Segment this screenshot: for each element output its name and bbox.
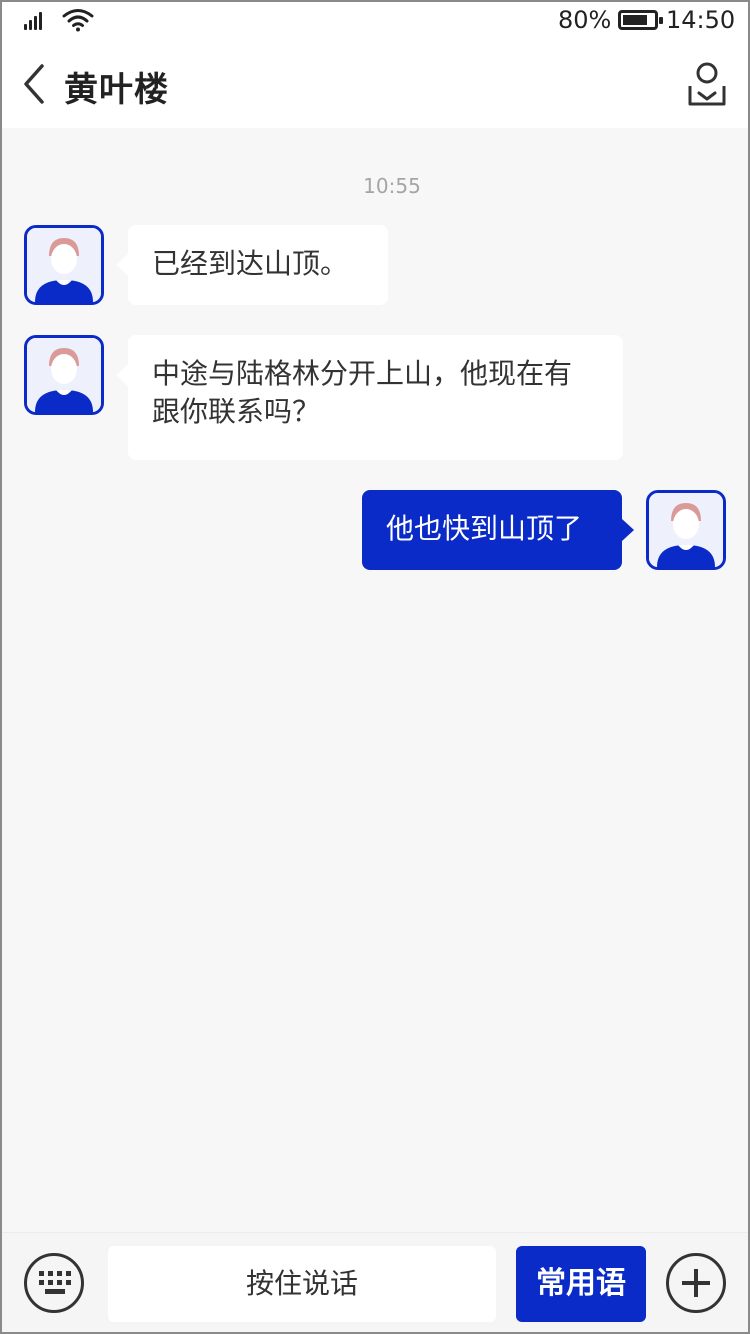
battery-icon — [618, 10, 663, 30]
signal-icon — [24, 10, 46, 30]
input-bar: 按住说话 常用语 — [0, 1232, 750, 1334]
wifi-icon — [62, 9, 94, 32]
bubble-tail — [622, 519, 634, 541]
bubble-tail — [116, 254, 128, 276]
message-bubble-incoming[interactable]: 已经到达山顶。 — [128, 225, 388, 305]
message-bubble-outgoing[interactable]: 他也快到山顶了 — [362, 490, 622, 570]
chat-header: 黄叶楼 — [0, 40, 750, 128]
message-text: 他也快到山顶了 — [386, 512, 583, 545]
user-avatar-icon — [649, 493, 723, 567]
plus-icon[interactable] — [666, 1253, 726, 1313]
person-icon[interactable] — [684, 60, 730, 108]
keyboard-icon — [39, 1271, 71, 1295]
status-bar: 80% 14:50 — [0, 0, 750, 40]
message-bubble-incoming[interactable]: 中途与陆格林分开上山，他现在有跟你联系吗？ — [128, 335, 623, 460]
keyboard-toggle-button[interactable] — [24, 1253, 84, 1313]
user-avatar-icon — [27, 228, 101, 302]
hold-to-talk-button[interactable]: 按住说话 — [108, 1246, 496, 1322]
chevron-left-icon[interactable] — [18, 62, 50, 106]
avatar-self[interactable] — [646, 490, 726, 570]
user-avatar-icon — [27, 338, 101, 412]
message-text: 中途与陆格林分开上山，他现在有跟你联系吗？ — [152, 357, 573, 428]
bubble-tail — [116, 364, 128, 386]
page-title: 黄叶楼 — [64, 70, 169, 110]
avatar[interactable] — [24, 335, 104, 415]
chat-area[interactable]: 10:55 已经到达山顶。 中途与陆格林分开上山，他现在有跟你联系吗？ 他也快到… — [0, 128, 750, 1232]
status-time: 14:50 — [666, 6, 736, 34]
avatar[interactable] — [24, 225, 104, 305]
battery-percent: 80% — [558, 6, 612, 34]
message-text: 已经到达山顶。 — [152, 247, 349, 280]
message-timestamp: 10:55 — [363, 174, 421, 198]
common-phrases-button[interactable]: 常用语 — [516, 1246, 646, 1322]
